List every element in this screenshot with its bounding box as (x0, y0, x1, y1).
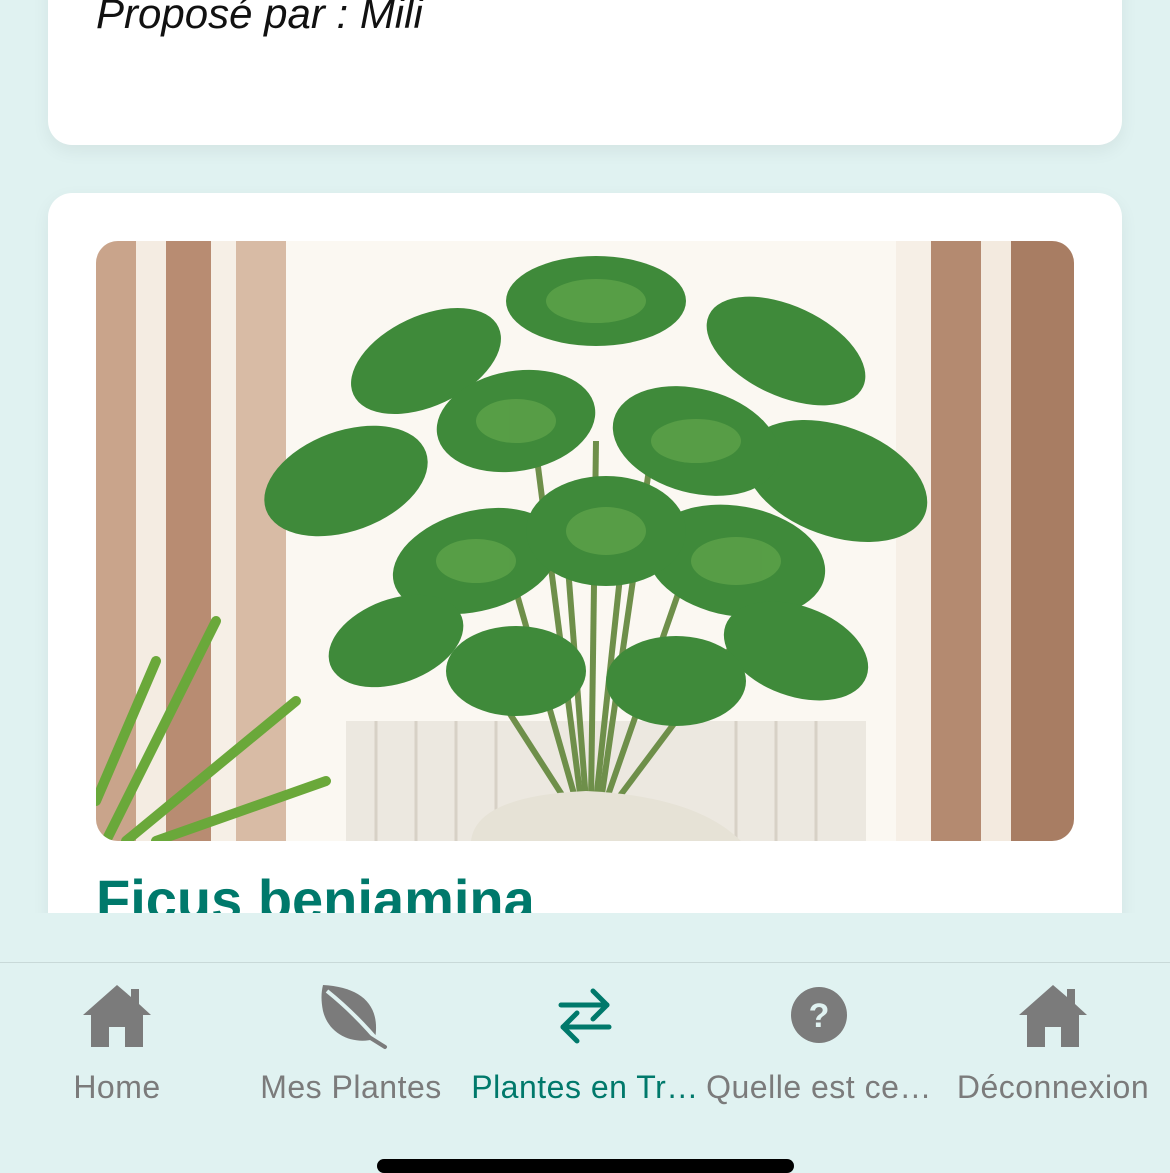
home-icon (1019, 985, 1087, 1047)
leaf-icon (321, 985, 387, 1049)
plant-card[interactable]: Ficus benjamina (48, 193, 1122, 913)
plant-image (96, 241, 1074, 841)
tab-mes-plantes-label: Mes Plantes (260, 1069, 442, 1105)
tab-mes-plantes[interactable]: Mes Plantes (234, 963, 468, 1113)
tab-deconnexion-label: Déconnexion (956, 1069, 1150, 1105)
svg-text:?: ? (809, 997, 830, 1035)
tab-quelle-est-cette-plante-label: Quelle est ce… (706, 1069, 932, 1105)
swap-arrows-icon (558, 988, 612, 1044)
tab-deconnexion[interactable]: Déconnexion (936, 963, 1170, 1113)
question-circle-icon: ? (791, 987, 847, 1043)
tab-quelle-est-cette-plante[interactable]: ? Quelle est ce… (702, 963, 936, 1113)
tab-home-label: Home (73, 1069, 161, 1105)
tab-plantes-en-troc-label: Plantes en Tr… (471, 1069, 699, 1105)
home-icon (83, 985, 151, 1047)
bottom-tab-bar: Home Mes Plantes Plantes en Tr… ? Quelle… (0, 962, 1170, 1172)
plant-feed[interactable]: Proposé par : Mili Ficus benjamina (0, 0, 1170, 913)
plant-name: Ficus benjamina (96, 868, 535, 913)
tab-plantes-en-troc[interactable]: Plantes en Tr… (468, 963, 702, 1113)
tab-home[interactable]: Home (0, 963, 234, 1113)
plant-card-previous[interactable]: Proposé par : Mili (48, 0, 1122, 145)
proposed-by-text: Proposé par : Mili (96, 0, 423, 37)
